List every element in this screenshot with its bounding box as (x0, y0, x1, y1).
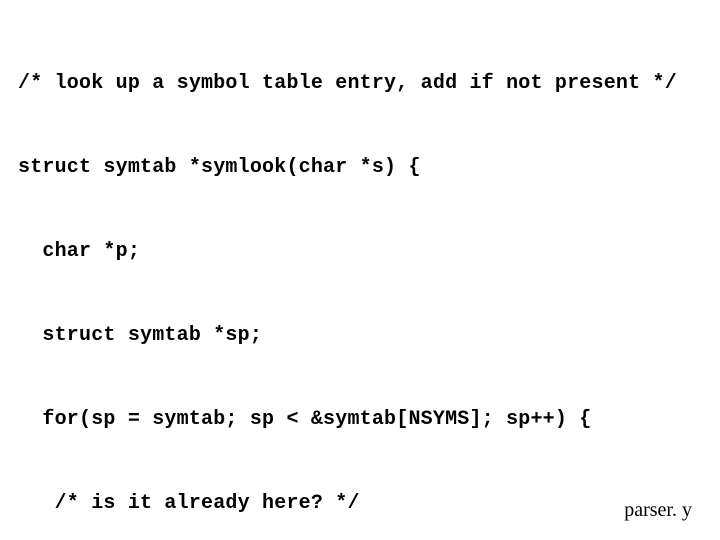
code-line: char *p; (18, 238, 702, 266)
code-line: for(sp = symtab; sp < &symtab[NSYMS]; sp… (18, 406, 702, 434)
code-line: /* look up a symbol table entry, add if … (18, 70, 702, 98)
code-line: struct symtab *symlook(char *s) { (18, 154, 702, 182)
code-block: /* look up a symbol table entry, add if … (18, 14, 702, 540)
code-line: /* is it already here? */ (18, 490, 702, 518)
slide-page: /* look up a symbol table entry, add if … (0, 0, 720, 540)
footer-filename: parser. y (624, 499, 692, 522)
code-line: struct symtab *sp; (18, 322, 702, 350)
